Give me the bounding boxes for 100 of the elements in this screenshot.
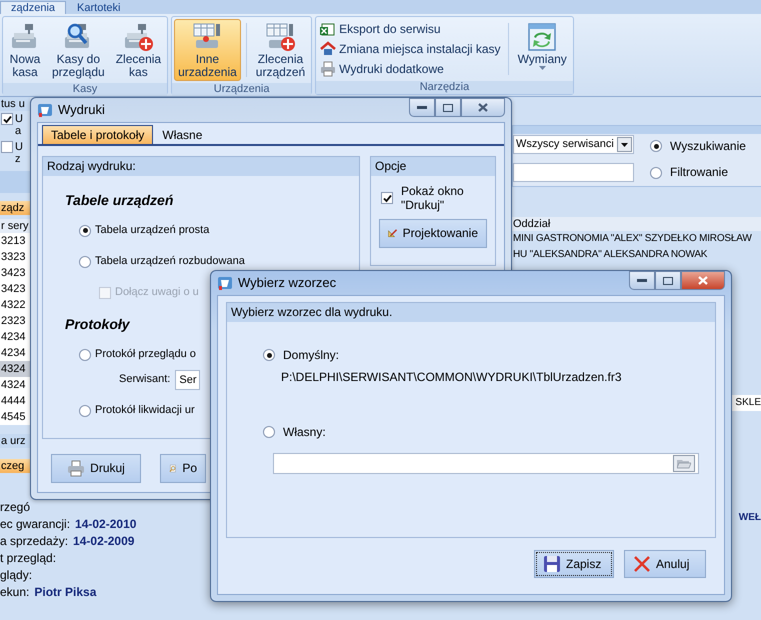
design-button[interactable]: Projektowanie bbox=[379, 218, 487, 248]
checkbox-label: Dołącz uwagi o u bbox=[115, 286, 199, 300]
table-cell[interactable]: 4234 bbox=[0, 329, 30, 345]
table-cell[interactable]: 3423 bbox=[0, 265, 30, 281]
field-label: glądy: bbox=[0, 567, 32, 584]
field-value: WEŁ bbox=[738, 512, 761, 524]
ribbon-button[interactable]: Wydruki dodatkowe bbox=[318, 60, 503, 78]
caret-icon bbox=[621, 142, 628, 146]
maximize-icon bbox=[663, 276, 673, 284]
window-title: Wydruki bbox=[58, 102, 105, 118]
table-cell[interactable]: 2323 bbox=[0, 313, 30, 329]
ribbon-tab[interactable]: Kartoteki bbox=[66, 1, 132, 14]
minimize-icon bbox=[637, 278, 647, 282]
window-icon bbox=[217, 275, 233, 291]
ribbon-button[interactable]: Wymiany bbox=[514, 19, 571, 79]
maximize-button[interactable] bbox=[655, 271, 681, 290]
ribbon-button[interactable]: Zlecenia kas bbox=[112, 19, 166, 81]
column-header: r sery bbox=[0, 219, 30, 233]
ribbon-button[interactable]: Eksport do serwisu bbox=[318, 20, 503, 38]
ribbon-tab[interactable]: ządzenia bbox=[0, 1, 66, 14]
printer-icon bbox=[320, 61, 336, 77]
field-label: ec gwarancji: bbox=[0, 516, 70, 533]
table-cell[interactable]: 3213 bbox=[0, 233, 30, 249]
ribbon-button[interactable]: Nowa kasa bbox=[5, 19, 45, 81]
ribbon-button[interactable]: Kasy do przeglądu bbox=[48, 19, 109, 81]
print-button[interactable]: Po bbox=[160, 454, 206, 483]
serviceman-dropdown[interactable]: Wszyscy serwisanci bbox=[513, 135, 634, 154]
maximize-button[interactable] bbox=[435, 98, 461, 117]
print-button[interactable]: Drukuj bbox=[51, 454, 141, 483]
close-icon bbox=[698, 276, 708, 285]
radio-button[interactable] bbox=[79, 224, 91, 237]
radio-label: Tabela urządzeń rozbudowana bbox=[95, 255, 245, 268]
radio-button[interactable] bbox=[263, 349, 275, 362]
group-label: Kasy bbox=[3, 83, 168, 96]
cancel-button[interactable]: Anuluj bbox=[624, 550, 706, 578]
group-label: Narzędzia bbox=[316, 81, 573, 94]
field-label: t przegląd: bbox=[0, 550, 56, 567]
panel-tab[interactable]: czeg bbox=[0, 459, 30, 473]
table-scale-plus-icon bbox=[264, 21, 296, 53]
group-label: Urządzenia bbox=[172, 83, 312, 96]
close-button[interactable] bbox=[461, 98, 505, 117]
radio-button[interactable] bbox=[79, 256, 91, 268]
checkbox-label: Pokaż okno "Drukuj" bbox=[401, 184, 465, 213]
radio-button[interactable] bbox=[650, 140, 662, 152]
panel-tab[interactable]: ządz bbox=[0, 201, 30, 215]
table-cell[interactable]: 3423 bbox=[0, 281, 30, 297]
browse-button[interactable] bbox=[673, 455, 695, 472]
radio-label: Domyślny: bbox=[283, 348, 340, 362]
serviceman-dropdown[interactable]: Ser bbox=[175, 370, 200, 390]
radio-label: Protokół przeglądu o bbox=[95, 348, 196, 362]
search-field[interactable] bbox=[513, 163, 634, 182]
box-title: Rodzaj wydruku: bbox=[43, 157, 359, 176]
table-cell[interactable]: 4234 bbox=[0, 345, 30, 361]
radio-button[interactable] bbox=[263, 426, 275, 438]
window-arrows-icon bbox=[526, 21, 558, 53]
radio-button[interactable] bbox=[79, 348, 91, 361]
field-label: rzegó bbox=[0, 499, 30, 516]
ribbon-button[interactable]: Zlecenia urządzeń bbox=[252, 19, 310, 81]
printer-icon bbox=[67, 460, 86, 477]
file-field[interactable] bbox=[273, 453, 699, 474]
minimize-button[interactable] bbox=[629, 271, 655, 290]
window-title: Wybierz wzorzec bbox=[238, 275, 336, 291]
table-cell[interactable]: 3323 bbox=[0, 249, 30, 265]
radio-label: Własny: bbox=[283, 424, 326, 440]
ribbon-button[interactable]: Zmiana miejsca instalacji kasy bbox=[318, 40, 503, 58]
spreadsheet-icon bbox=[320, 21, 336, 37]
column-header: Oddział bbox=[512, 217, 761, 231]
checkbox[interactable] bbox=[1, 113, 13, 125]
house-icon bbox=[320, 41, 336, 57]
tab[interactable]: Własne bbox=[153, 124, 212, 144]
tab[interactable]: Tabele i protokoły bbox=[42, 124, 154, 144]
field-value: Piotr Piksa bbox=[34, 584, 96, 601]
table-cell[interactable]: 4545 bbox=[0, 409, 30, 425]
radio-button[interactable] bbox=[79, 404, 91, 417]
panel-title: tus u bbox=[0, 97, 30, 111]
save-button[interactable]: Zapisz bbox=[534, 550, 614, 578]
radio-button[interactable] bbox=[650, 166, 662, 179]
table-cell[interactable]: 4444 bbox=[0, 393, 30, 409]
field-label: a sprzedaży: bbox=[0, 533, 68, 550]
box-title: Opcje bbox=[371, 157, 495, 176]
close-button[interactable] bbox=[681, 271, 725, 290]
minimize-button[interactable] bbox=[409, 98, 435, 117]
table-cell[interactable]: 4324 bbox=[0, 361, 30, 377]
checkbox[interactable] bbox=[381, 192, 393, 204]
cross-icon bbox=[633, 555, 651, 573]
field-value: 14-02-2009 bbox=[73, 533, 134, 550]
window-icon bbox=[37, 102, 53, 118]
ribbon-button[interactable]: Inne urzadzenia bbox=[174, 19, 241, 81]
table-cell-text: HU "ALEKSANDRA" ALEKSANDRA NOWAK bbox=[512, 248, 708, 262]
table-cell[interactable]: 4324 bbox=[0, 377, 30, 393]
section-heading: Tabele urządzeń bbox=[65, 192, 174, 209]
section-heading: Protokoły bbox=[65, 316, 131, 333]
minimize-icon bbox=[417, 106, 427, 110]
file-path: P:\DELPHI\SERWISANT\COMMON\WYDRUKI\TblUrzadzen.fr3 bbox=[281, 370, 622, 385]
field-label: Serwisant: bbox=[119, 373, 170, 386]
panel-tab[interactable]: a urz bbox=[0, 434, 30, 448]
checkbox-label: U z bbox=[15, 141, 23, 165]
table-cell[interactable]: 4322 bbox=[0, 297, 30, 313]
field-value: 14-02-2010 bbox=[75, 516, 136, 533]
checkbox[interactable] bbox=[1, 141, 13, 153]
